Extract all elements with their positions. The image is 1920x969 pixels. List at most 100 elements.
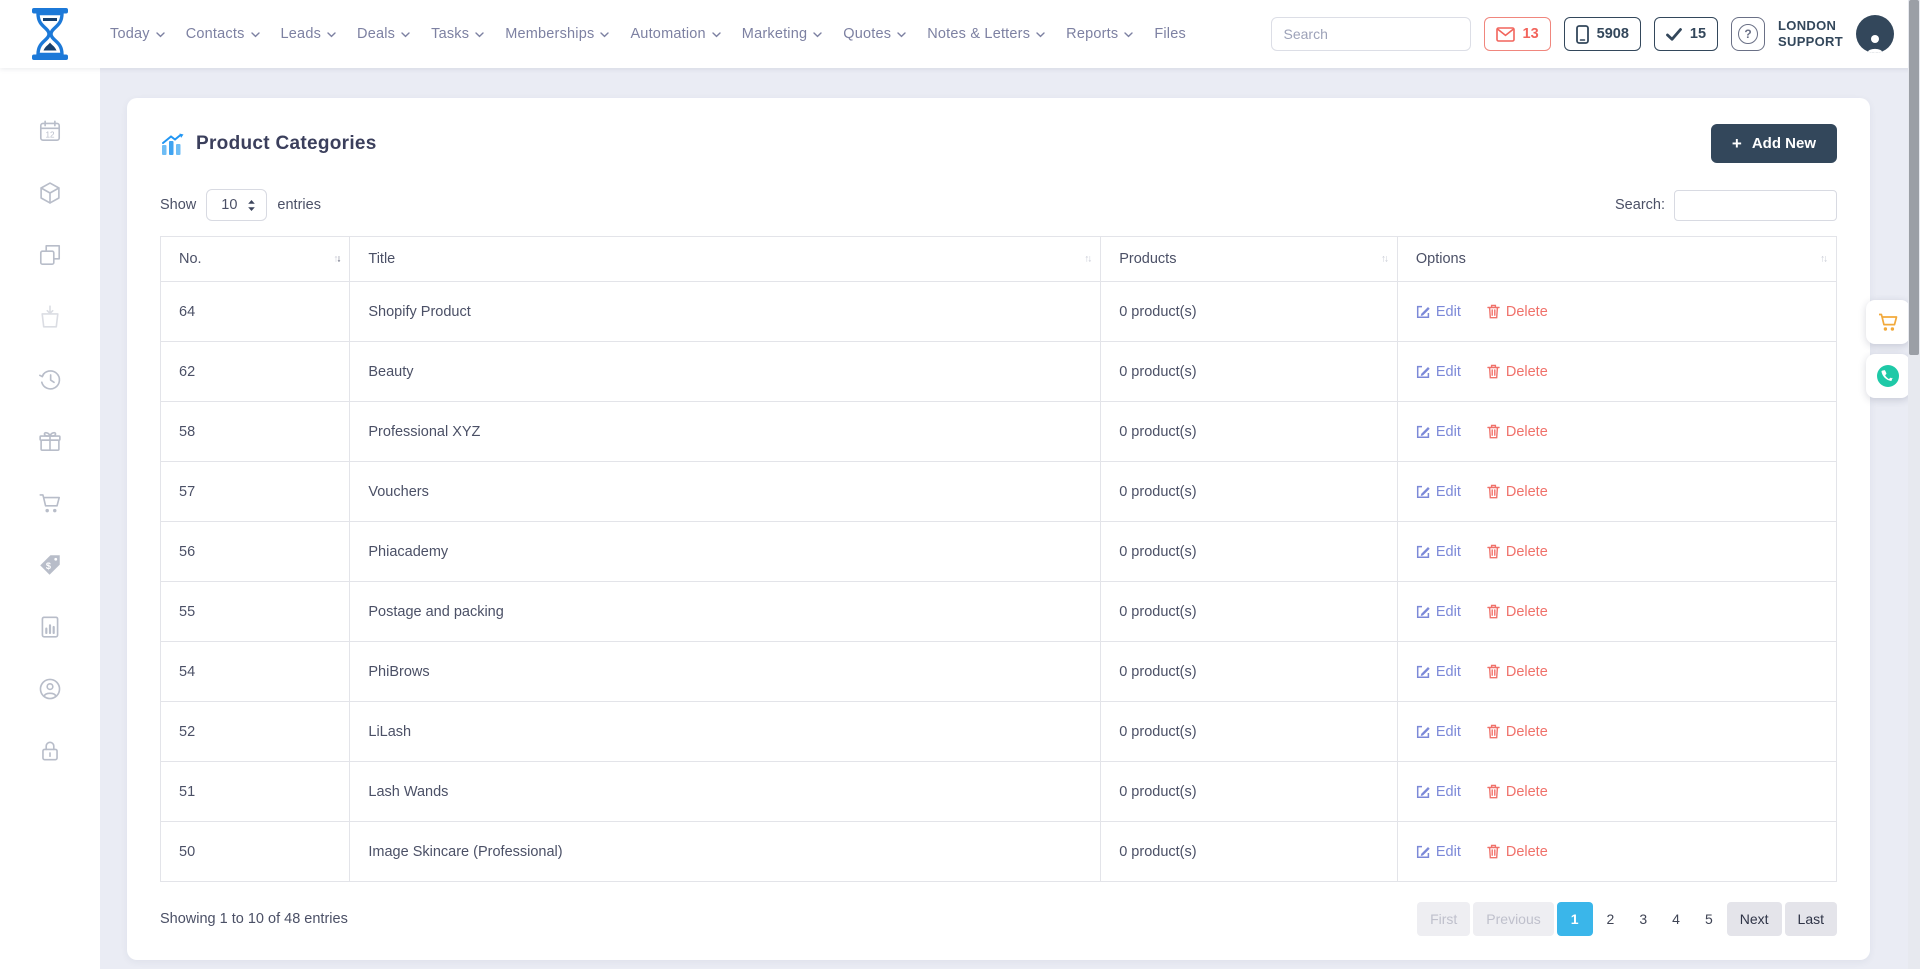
row-title: Vouchers <box>350 462 1101 522</box>
pagination-last[interactable]: Last <box>1785 902 1837 936</box>
avatar[interactable] <box>1856 15 1894 53</box>
trash-icon <box>1487 424 1500 439</box>
bag-download-icon[interactable] <box>37 304 63 330</box>
edit-link[interactable]: Edit <box>1416 664 1461 680</box>
user-icon <box>1863 31 1887 53</box>
nav-item-deals[interactable]: Deals <box>357 26 410 42</box>
sort-arrows-icon: ↑↓ <box>1381 254 1387 265</box>
row-no: 56 <box>161 522 350 582</box>
row-title: Postage and packing <box>350 582 1101 642</box>
delete-link[interactable]: Delete <box>1487 544 1548 560</box>
edit-link[interactable]: Edit <box>1416 304 1461 320</box>
report-doc-icon[interactable] <box>37 614 63 640</box>
pagination-1[interactable]: 1 <box>1557 902 1593 936</box>
edit-link[interactable]: Edit <box>1416 844 1461 860</box>
page-size-select[interactable]: 10 <box>206 189 267 221</box>
delete-link[interactable]: Delete <box>1487 784 1548 800</box>
row-title: LiLash <box>350 702 1101 762</box>
column-header-options[interactable]: Options↑↓ <box>1397 237 1836 282</box>
phone-float-button[interactable] <box>1866 354 1910 398</box>
column-header-products[interactable]: Products↑↓ <box>1101 237 1398 282</box>
tasks-count: 15 <box>1690 26 1706 42</box>
calendar-icon[interactable]: 12 <box>37 118 63 144</box>
nav-item-marketing[interactable]: Marketing <box>742 26 822 42</box>
nav-item-reports[interactable]: Reports <box>1066 26 1133 42</box>
history-icon[interactable] <box>37 366 63 392</box>
nav-item-tasks[interactable]: Tasks <box>431 26 484 42</box>
cart-float-button[interactable] <box>1866 300 1910 344</box>
entries-summary: Showing 1 to 10 of 48 entries <box>160 911 348 927</box>
delete-link[interactable]: Delete <box>1487 604 1548 620</box>
product-categories-card: Product Categories + Add New Show 10 ent… <box>127 98 1870 960</box>
nav-item-today[interactable]: Today <box>110 26 165 42</box>
table-row: 56Phiacademy0 product(s)EditDelete <box>161 522 1837 582</box>
phone-badge[interactable]: 5908 <box>1564 17 1641 51</box>
nav-item-files[interactable]: Files <box>1154 26 1186 42</box>
delete-link[interactable]: Delete <box>1487 424 1548 440</box>
nav-item-automation[interactable]: Automation <box>630 26 720 42</box>
nav-item-leads[interactable]: Leads <box>281 26 337 42</box>
svg-text:12: 12 <box>45 131 55 140</box>
plus-icon: + <box>1732 135 1742 152</box>
edit-link[interactable]: Edit <box>1416 724 1461 740</box>
mail-badge[interactable]: 13 <box>1484 17 1551 51</box>
add-new-button[interactable]: + Add New <box>1711 124 1837 163</box>
edit-link[interactable]: Edit <box>1416 784 1461 800</box>
page-scrollbar[interactable] <box>1908 0 1920 969</box>
svg-text:$: $ <box>46 561 51 571</box>
global-search-input[interactable] <box>1272 26 1471 42</box>
pagination-2[interactable]: 2 <box>1596 902 1626 936</box>
delete-link[interactable]: Delete <box>1487 664 1548 680</box>
tasks-badge[interactable]: 15 <box>1654 17 1718 51</box>
edit-icon <box>1416 845 1430 859</box>
copy-pages-icon[interactable] <box>37 242 63 268</box>
scrollbar-thumb[interactable] <box>1909 0 1919 355</box>
page-size-control: Show 10 entries <box>160 189 321 221</box>
column-header-title[interactable]: Title↑↓ <box>350 237 1101 282</box>
nav-item-quotes[interactable]: Quotes <box>843 26 906 42</box>
nav-item-notes-letters[interactable]: Notes & Letters <box>927 26 1045 42</box>
account-name-line2: SUPPORT <box>1778 34 1843 50</box>
chevron-down-icon <box>327 26 336 42</box>
row-options: Edit Delete <box>1397 582 1836 642</box>
pagination-next[interactable]: Next <box>1727 902 1782 936</box>
account-circle-icon[interactable] <box>37 676 63 702</box>
edit-link[interactable]: Edit <box>1416 364 1461 380</box>
edit-link[interactable]: Edit <box>1416 484 1461 500</box>
pagination-5[interactable]: 5 <box>1694 902 1724 936</box>
delete-link[interactable]: Delete <box>1487 484 1548 500</box>
chevron-down-icon <box>1124 26 1133 42</box>
help-button[interactable]: ? <box>1731 17 1765 51</box>
table-search-input[interactable] <box>1674 190 1837 221</box>
column-header-no[interactable]: No.↑↓ <box>161 237 350 282</box>
delete-link[interactable]: Delete <box>1487 844 1548 860</box>
products-cube-icon[interactable] <box>37 180 63 206</box>
edit-link[interactable]: Edit <box>1416 424 1461 440</box>
show-label: Show <box>160 197 196 213</box>
pagination-3[interactable]: 3 <box>1628 902 1658 936</box>
row-products: 0 product(s) <box>1101 402 1398 462</box>
lock-icon[interactable] <box>37 738 63 764</box>
delete-link[interactable]: Delete <box>1487 304 1548 320</box>
nav-item-contacts[interactable]: Contacts <box>186 26 260 42</box>
gift-icon[interactable] <box>37 428 63 454</box>
cart-icon[interactable] <box>37 490 63 516</box>
chart-icon <box>160 133 184 155</box>
row-no: 52 <box>161 702 350 762</box>
pagination-4[interactable]: 4 <box>1661 902 1691 936</box>
edit-link[interactable]: Edit <box>1416 604 1461 620</box>
table-row: 58Professional XYZ0 product(s)EditDelete <box>161 402 1837 462</box>
edit-icon <box>1416 785 1430 799</box>
edit-icon <box>1416 305 1430 319</box>
check-icon <box>1666 28 1682 41</box>
edit-link[interactable]: Edit <box>1416 544 1461 560</box>
delete-link[interactable]: Delete <box>1487 364 1548 380</box>
nav-item-memberships[interactable]: Memberships <box>505 26 609 42</box>
row-options: Edit Delete <box>1397 342 1836 402</box>
app-logo[interactable] <box>0 8 100 60</box>
row-products: 0 product(s) <box>1101 462 1398 522</box>
chevron-down-icon <box>600 26 609 42</box>
delete-link[interactable]: Delete <box>1487 724 1548 740</box>
price-tag-icon[interactable]: $ <box>37 552 63 578</box>
chevron-down-icon <box>475 26 484 42</box>
